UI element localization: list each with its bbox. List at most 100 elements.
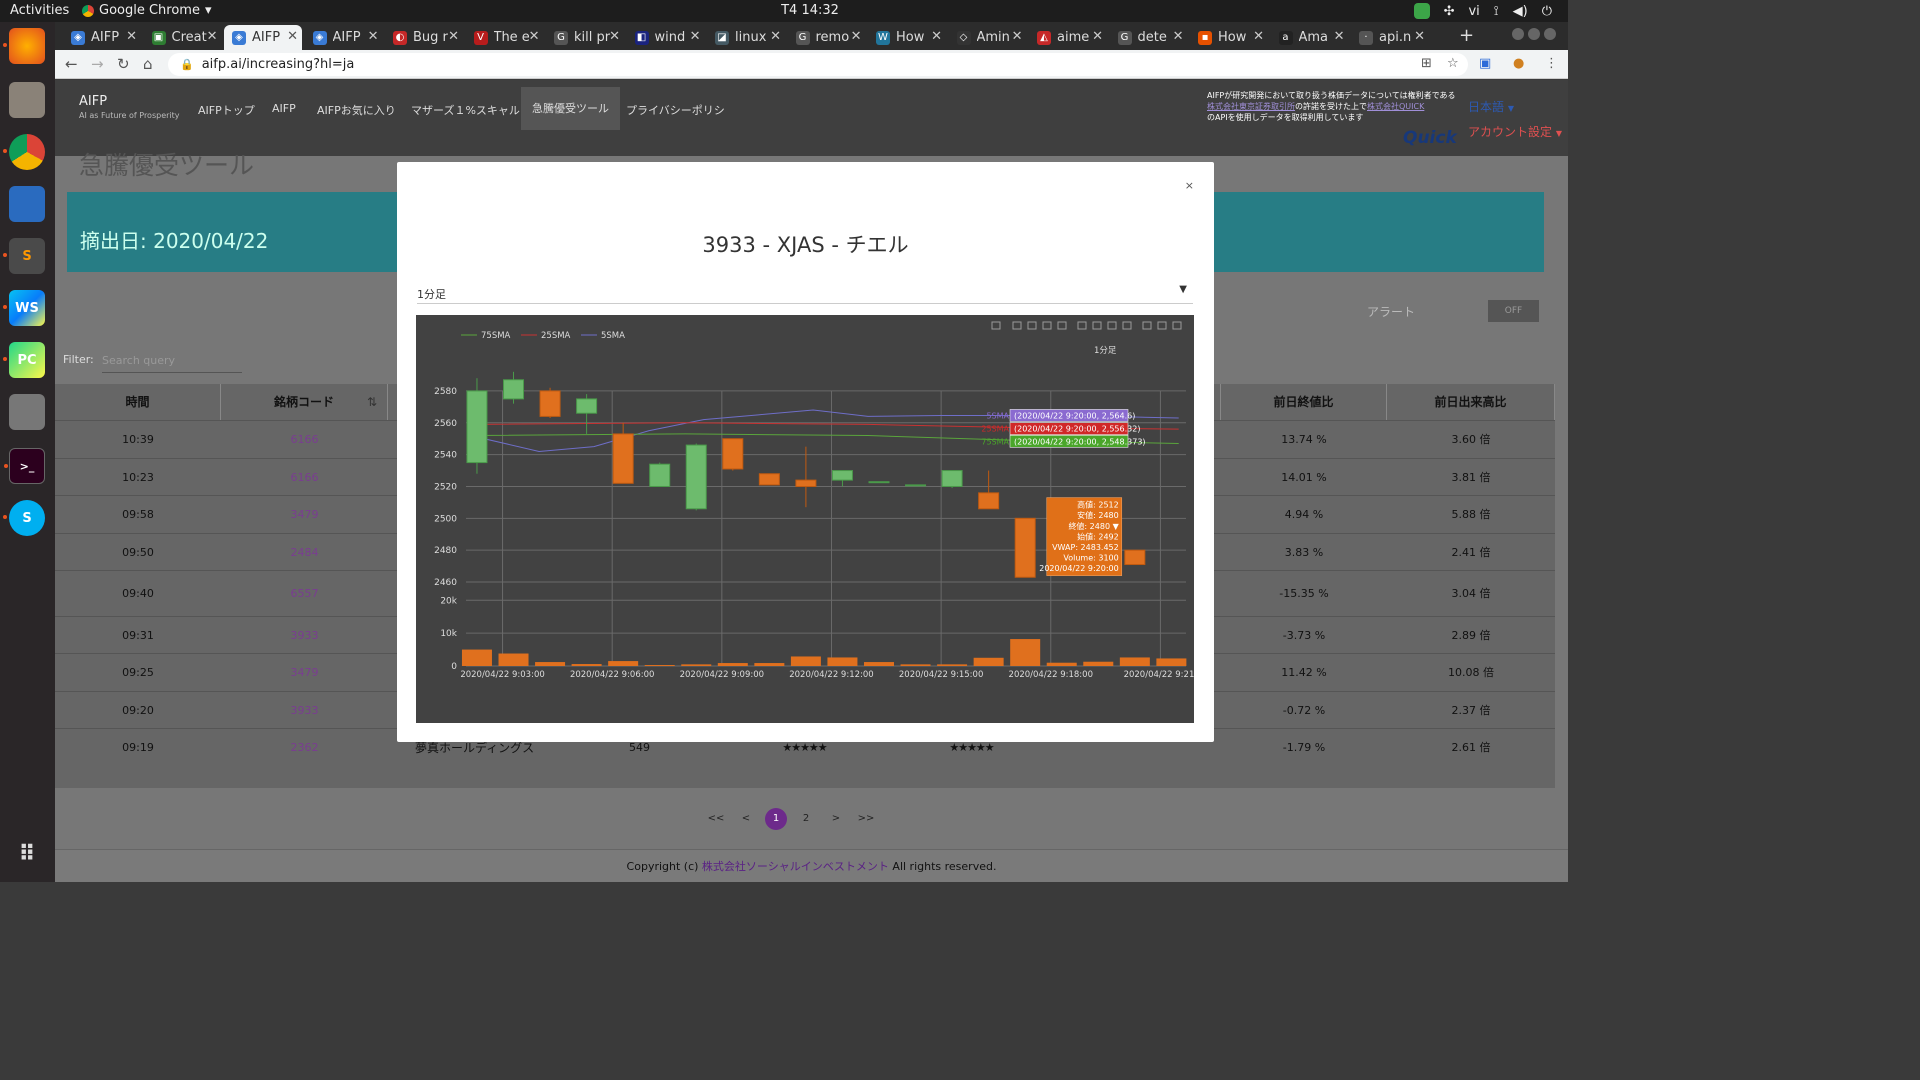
omnibox[interactable]: 🔒 aifp.ai/increasing?hl=ja: [168, 53, 1468, 76]
period-select[interactable]: 1分足 ▼: [417, 280, 1193, 304]
quick-logo[interactable]: Quick: [1403, 128, 1457, 148]
page-link[interactable]: >: [825, 808, 847, 830]
nav-favorites[interactable]: AIFPお気に入り: [317, 102, 396, 118]
pycharm-icon[interactable]: PC: [3, 342, 45, 378]
input-language[interactable]: vi: [1468, 4, 1479, 19]
back-button[interactable]: ←: [65, 55, 78, 73]
forward-button[interactable]: →: [91, 55, 104, 73]
nav-privacy[interactable]: プライバシーポリシ: [626, 102, 725, 118]
page-link[interactable]: >>: [855, 808, 877, 830]
spike-icon[interactable]: [1142, 321, 1152, 330]
language-dropdown[interactable]: 日本語 ▼: [1468, 98, 1514, 115]
tab[interactable]: Gkill pr ✕: [546, 25, 624, 50]
stock-code-link[interactable]: 3933: [221, 692, 388, 729]
update-icon[interactable]: [1413, 3, 1430, 19]
close-icon[interactable]: ×: [1185, 179, 1194, 192]
app-menu[interactable]: Google Chrome ▾: [82, 3, 212, 18]
tab[interactable]: ◇ Amin ✕: [949, 25, 1027, 50]
home-button[interactable]: ⌂: [143, 55, 153, 73]
tab[interactable]: ◈ AIFP ✕: [63, 25, 141, 50]
tab[interactable]: ◈ AIFP ✕: [305, 25, 383, 50]
autoscale-icon[interactable]: [1107, 321, 1117, 330]
sort-icon[interactable]: ⇅: [367, 395, 377, 409]
nav-mothers-scalp[interactable]: マザーズ１%スキャル: [411, 102, 520, 118]
nav-aifp[interactable]: AIFP: [272, 102, 296, 115]
tab[interactable]: Gremo ✕: [788, 25, 866, 50]
footer-company-link[interactable]: 株式会社ソーシャルインベストメント: [702, 860, 889, 873]
power-icon[interactable]: ⏻: [1542, 4, 1552, 19]
puzzle-icon[interactable]: ✣: [1444, 4, 1455, 19]
stock-code-link[interactable]: 3479: [221, 654, 388, 692]
box-select-icon[interactable]: [1042, 321, 1052, 330]
stock-code-link[interactable]: 3479: [221, 496, 388, 534]
stock-code-link[interactable]: 2484: [221, 534, 388, 571]
tab-close-icon[interactable]: ✕: [1253, 29, 1264, 44]
terminal-icon[interactable]: >_: [4, 448, 45, 484]
tab-close-icon[interactable]: ✕: [1173, 29, 1184, 44]
chart-svg[interactable]: 2460 2480 2500 2520 2540 2560 2580 0 10k 20k 2020/…: [416, 315, 1197, 723]
pan-icon[interactable]: [1027, 321, 1037, 330]
lock-icon[interactable]: 🔒: [180, 58, 194, 71]
tab-close-icon[interactable]: ✕: [287, 29, 298, 44]
chrome-icon[interactable]: [3, 134, 45, 170]
nav-aifp-top[interactable]: AIFPトップ: [198, 102, 255, 118]
tab[interactable]: ▣ Creat ✕: [144, 25, 222, 50]
system-tray[interactable]: ✣ vi ⟟ ◀) ⏻: [1413, 3, 1552, 19]
maximize-button[interactable]: [1528, 28, 1540, 40]
profile-avatar[interactable]: ●: [1513, 56, 1524, 71]
tab[interactable]: Gdete ✕: [1110, 25, 1188, 50]
stock-code-link[interactable]: 6557: [221, 571, 388, 617]
zoom-in-icon[interactable]: [1077, 321, 1087, 330]
zoom-icon[interactable]: [1012, 321, 1022, 330]
candlestick-chart[interactable]: 2460 2480 2500 2520 2540 2560 2580 0 10k 20k 2020/…: [416, 315, 1197, 723]
tab-close-icon[interactable]: ✕: [931, 29, 942, 44]
tab-close-icon[interactable]: ✕: [529, 29, 540, 44]
tab-close-icon[interactable]: ✕: [1414, 29, 1425, 44]
skype-icon[interactable]: S: [3, 500, 45, 536]
network-icon[interactable]: ⟟: [1494, 4, 1499, 19]
clock[interactable]: T4 14:32: [770, 3, 850, 18]
nav-surge-tool[interactable]: 急騰優受ツール: [521, 87, 620, 130]
tse-link[interactable]: 株式会社東京証券取引所: [1207, 102, 1295, 111]
tab[interactable]: ▪ How ✕: [1190, 25, 1268, 50]
column-header[interactable]: 銘柄コード: [221, 384, 388, 420]
translate-extension-icon[interactable]: ▣: [1479, 56, 1491, 71]
tab[interactable]: ◐ Bug r ✕: [385, 25, 463, 50]
tab-close-icon[interactable]: ✕: [609, 29, 620, 44]
page-link[interactable]: <<: [705, 808, 727, 830]
sublime-icon[interactable]: S: [3, 238, 45, 274]
hover-compare-icon[interactable]: [1172, 321, 1182, 330]
zoom-out-icon[interactable]: [1092, 321, 1102, 330]
app-grid-icon[interactable]: ⠿: [9, 836, 45, 872]
tab-close-icon[interactable]: ✕: [770, 29, 781, 44]
minimize-button[interactable]: [1512, 28, 1524, 40]
camera-icon[interactable]: [9, 394, 45, 430]
page-link[interactable]: 1: [765, 808, 787, 830]
webstorm-icon[interactable]: WS: [3, 290, 45, 326]
page-link[interactable]: <: [735, 808, 757, 830]
tab[interactable]: W How ✕: [868, 25, 946, 50]
tab-close-icon[interactable]: ✕: [690, 29, 701, 44]
quick-link[interactable]: 株式会社QUICK: [1367, 102, 1424, 111]
tab-close-icon[interactable]: ✕: [126, 29, 137, 44]
tab[interactable]: a Ama ✕: [1271, 25, 1349, 50]
new-tab-button[interactable]: +: [1459, 25, 1474, 46]
files-icon[interactable]: [9, 82, 45, 118]
writer-icon[interactable]: [9, 186, 45, 222]
stock-code-link[interactable]: 6166: [221, 421, 388, 459]
tab[interactable]: V The e ✕: [466, 25, 544, 50]
window-close-button[interactable]: [1544, 28, 1556, 40]
tab-close-icon[interactable]: ✕: [368, 29, 379, 44]
lasso-icon[interactable]: [1057, 321, 1067, 330]
tab-active[interactable]: ◈ AIFP ✕: [224, 25, 302, 50]
reset-icon[interactable]: [1122, 321, 1132, 330]
tab[interactable]: ◪ linux ✕: [707, 25, 785, 50]
tab[interactable]: ◧ wind ✕: [627, 25, 705, 50]
tab-close-icon[interactable]: ✕: [851, 29, 862, 44]
firefox-icon[interactable]: [3, 28, 45, 64]
search-input[interactable]: Search query: [102, 351, 242, 373]
chrome-menu-icon[interactable]: ⋮: [1545, 56, 1558, 71]
stock-code-link[interactable]: 2362: [221, 729, 388, 767]
alert-toggle[interactable]: OFF: [1488, 300, 1539, 322]
tab-close-icon[interactable]: ✕: [1334, 29, 1345, 44]
